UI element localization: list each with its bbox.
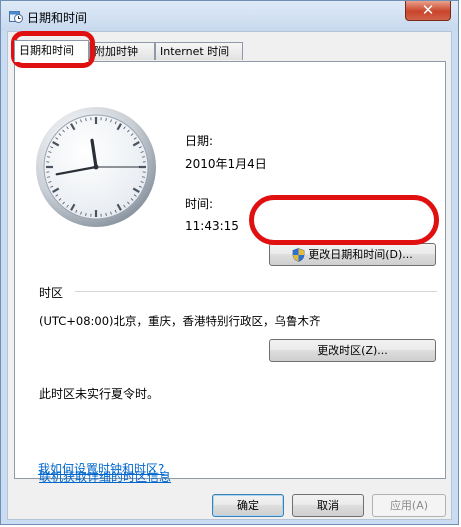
dst-note: 此时区未实行夏令时。 bbox=[39, 387, 160, 401]
tab-panel: 日期: 2010年1月4日 时间: 11:43:15 更改日期和时间(D)...… bbox=[14, 61, 446, 484]
date-value: 2010年1月4日 bbox=[185, 157, 267, 171]
close-button[interactable]: ✕ bbox=[405, 1, 451, 21]
tab-date-time[interactable]: 日期和时间 bbox=[14, 40, 89, 62]
analog-clock bbox=[36, 107, 156, 227]
time-label: 时间: bbox=[185, 197, 214, 211]
tab-additional-clocks[interactable]: 附加时钟 bbox=[89, 42, 155, 60]
ok-button[interactable]: 确定 bbox=[212, 494, 284, 517]
date-time-dialog: 日期和时间 ✕ 日期和时间 附加时钟 Internet 时间 日期: 2010年… bbox=[0, 0, 459, 525]
dialog-body: 日期和时间 附加时钟 Internet 时间 日期: 2010年1月4日 时间:… bbox=[7, 31, 452, 520]
change-timezone-button[interactable]: 更改时区(Z)... bbox=[269, 339, 436, 362]
clock-calendar-icon bbox=[9, 11, 23, 23]
change-date-time-label: 更改日期和时间(D)... bbox=[308, 248, 413, 261]
tab-internet-time[interactable]: Internet 时间 bbox=[155, 42, 243, 60]
cancel-button[interactable]: 取消 bbox=[292, 494, 364, 517]
how-to-set-clock-link[interactable]: 我如何设置时钟和时区? bbox=[38, 460, 164, 477]
window-title: 日期和时间 bbox=[27, 11, 88, 25]
timezone-divider bbox=[75, 291, 437, 292]
change-date-time-button[interactable]: 更改日期和时间(D)... bbox=[269, 243, 436, 266]
title-bar[interactable]: 日期和时间 ✕ bbox=[1, 1, 458, 31]
time-value: 11:43:15 bbox=[185, 219, 239, 233]
timezone-value: (UTC+08:00)北京，重庆，香港特别行政区，乌鲁木齐 bbox=[39, 314, 321, 328]
timezone-section-label: 时区 bbox=[39, 286, 64, 300]
apply-button[interactable]: 应用(A) bbox=[372, 494, 446, 517]
uac-shield-icon bbox=[292, 248, 305, 262]
date-label: 日期: bbox=[185, 134, 214, 148]
